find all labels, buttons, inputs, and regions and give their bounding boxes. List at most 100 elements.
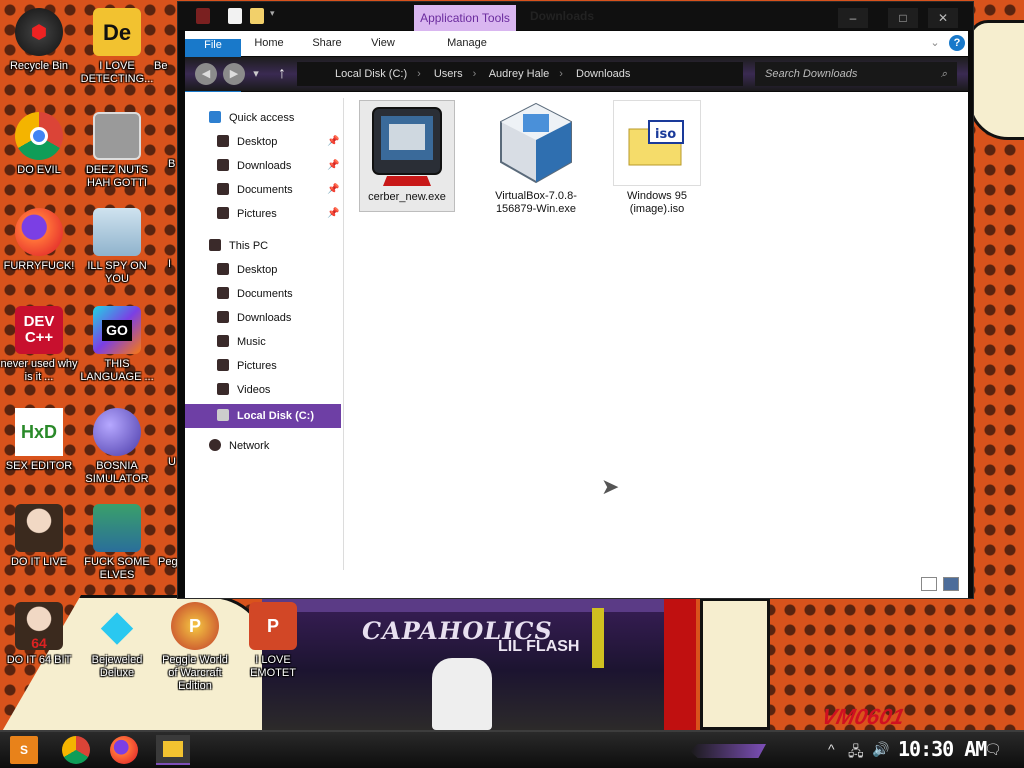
notification-icon[interactable]: 🗨: [984, 741, 1002, 758]
bejeweled-icon: ◆: [101, 603, 133, 648]
desktop-icon-furry[interactable]: FURRYFUCK!: [0, 208, 78, 273]
desktop-icon-do-it-64[interactable]: 64 DO IT 64 BIT: [0, 602, 78, 667]
file-item[interactable]: VirtualBox-7.0.8-156879-Win.exe: [481, 100, 591, 215]
file-item[interactable]: cerber_new.exe: [359, 100, 455, 212]
desktop-icon-die[interactable]: De I LOVE DETECTING...: [78, 8, 156, 86]
file-name: cerber_new.exe: [368, 191, 446, 203]
nav-quick-access[interactable]: Quick access: [209, 108, 294, 128]
minimize-button[interactable]: –: [838, 8, 868, 28]
network-tray-icon[interactable]: 🖧: [848, 741, 864, 765]
folder-menu-icon[interactable]: [196, 8, 210, 24]
desktop-icon-bejeweled[interactable]: ◆ Bejeweled Deluxe: [78, 602, 156, 680]
taskbar-decoration: [690, 744, 766, 758]
chrome-taskbar-icon[interactable]: [62, 736, 90, 764]
downloads-icon: [217, 159, 229, 171]
nav-network[interactable]: Network: [209, 436, 269, 456]
desktop-icon-label: never used why is it ...: [0, 358, 78, 383]
nav-pc-downloads[interactable]: Downloads: [217, 308, 291, 328]
downloads-icon: [217, 311, 229, 323]
maximize-button[interactable]: □: [888, 8, 918, 28]
partial-label: Be: [154, 60, 168, 72]
wizard-icon: [93, 504, 141, 552]
virtualbox-icon: [492, 100, 580, 186]
search-icon[interactable]: ⌕: [941, 62, 947, 86]
expand-ribbon-icon[interactable]: ⌄: [925, 31, 945, 55]
desktop-icon-deez[interactable]: DEEZ NUTS HAH GOTTI: [78, 112, 156, 190]
desktop-icon-label: Recycle Bin: [9, 60, 69, 72]
breadcrumb-local-disk[interactable]: Local Disk (C:): [335, 68, 407, 80]
file-name: Windows 95 (image).iso: [627, 190, 687, 215]
ribbon-tabs: File Home Share View Manage ⌄ ?: [185, 31, 968, 151]
nav-quick-documents[interactable]: Documents: [217, 180, 293, 200]
nav-pc-videos[interactable]: Videos: [217, 380, 270, 400]
tab-view[interactable]: View: [357, 31, 409, 55]
desktop-icon-label: FUCK SOME ELVES: [84, 556, 150, 581]
desktop-icon-bosnia[interactable]: BOSNIA SIMULATOR: [78, 408, 156, 486]
pin-icon[interactable]: 📌: [327, 184, 339, 195]
poster-subtitle: LIL FLASH: [498, 638, 580, 655]
application-tools-tab[interactable]: Application Tools: [414, 5, 516, 31]
desktop-icon-hxd[interactable]: HxD SEX EDITOR: [0, 408, 78, 473]
nav-pc-desktop[interactable]: Desktop: [217, 260, 277, 280]
nav-local-disk[interactable]: Local Disk (C:): [217, 406, 314, 426]
nav-pc-music[interactable]: Music: [217, 332, 266, 352]
details-view-button[interactable]: [921, 577, 937, 591]
desktop-icon-label: DO IT LIVE: [10, 556, 68, 568]
desktop-icon-elves[interactable]: FUCK SOME ELVES: [78, 504, 156, 582]
taskbar-clock[interactable]: 10:30 AM: [898, 737, 987, 761]
breadcrumb-downloads[interactable]: Downloads: [576, 68, 630, 80]
file-name: VirtualBox-7.0.8-156879-Win.exe: [495, 190, 577, 215]
desktop-icon-label: I LOVE DETECTING...: [80, 60, 154, 85]
recent-dropdown-icon[interactable]: ▾: [249, 63, 263, 85]
breadcrumb-users[interactable]: Users: [434, 68, 463, 80]
forward-button[interactable]: ▶: [223, 63, 245, 85]
start-button[interactable]: S: [10, 736, 38, 764]
desktop-icon-recycle-bin[interactable]: ⬢ Recycle Bin: [0, 8, 78, 73]
nav-this-pc[interactable]: This PC: [209, 236, 268, 256]
tab-manage[interactable]: Manage: [417, 31, 517, 55]
nav-quick-downloads[interactable]: Downloads: [217, 156, 291, 176]
large-icons-view-button[interactable]: [943, 577, 959, 591]
desktop-icon-goland[interactable]: GO THIS LANGUAGE ...: [78, 306, 156, 384]
search-input[interactable]: Search Downloads ⌕: [755, 62, 957, 86]
desktop-icon-devcpp[interactable]: DEV C++ never used why is it ...: [0, 306, 78, 384]
close-button[interactable]: ✕: [928, 8, 958, 28]
pane-splitter[interactable]: [343, 98, 344, 570]
chevron-up-icon[interactable]: ^: [828, 741, 835, 757]
window-titlebar[interactable]: ▾ Application Tools Downloads – □ ✕: [178, 2, 973, 31]
file-item[interactable]: iso Windows 95 (image).iso: [609, 100, 705, 215]
tab-home[interactable]: Home: [243, 31, 295, 55]
breadcrumb-user[interactable]: Audrey Hale: [489, 68, 550, 80]
desktop-icon-emotet[interactable]: P I LOVE EMOTET: [234, 602, 312, 680]
mine-icon: [93, 408, 141, 456]
pin-icon[interactable]: 📌: [327, 136, 339, 147]
pin-icon[interactable]: 📌: [327, 160, 339, 171]
desktop-icon-label: Peggle World of Warcraft Edition: [162, 654, 228, 692]
back-button[interactable]: ◀: [195, 63, 217, 85]
pin-icon[interactable]: 📌: [327, 208, 339, 219]
desktop-icon-label: SEX EDITOR: [5, 460, 73, 472]
explorer-window[interactable]: ▾ Application Tools Downloads – □ ✕ File…: [177, 1, 974, 599]
navigation-bar: ◀ ▶ ▾ ↑ Local Disk (C:) › Users › Audrey H…: [185, 57, 968, 91]
firefox-taskbar-icon[interactable]: [110, 736, 138, 764]
new-folder-icon[interactable]: [250, 8, 264, 24]
desktop-icon-peggle[interactable]: P Peggle World of Warcraft Edition: [156, 602, 234, 693]
address-bar[interactable]: Local Disk (C:) › Users › Audrey Hale › Dow…: [297, 62, 743, 86]
tab-share[interactable]: Share: [301, 31, 353, 55]
music-icon: [217, 335, 229, 347]
properties-icon[interactable]: [228, 8, 242, 24]
help-icon[interactable]: ?: [949, 35, 965, 51]
firefox-icon: [15, 208, 63, 256]
nav-quick-desktop[interactable]: Desktop: [217, 132, 277, 152]
desktop-icon-do-evil[interactable]: DO EVIL: [0, 112, 78, 177]
nav-pc-documents[interactable]: Documents: [217, 284, 293, 304]
explorer-taskbar-icon[interactable]: [156, 735, 190, 765]
qat-dropdown-icon[interactable]: ▾: [270, 8, 280, 24]
desktop-icon-do-it-live[interactable]: DO IT LIVE: [0, 504, 78, 569]
nav-pc-pictures[interactable]: Pictures: [217, 356, 277, 376]
desktop-icon-spy[interactable]: ILL SPY ON YOU: [78, 208, 156, 286]
nav-quick-pictures[interactable]: Pictures: [217, 204, 277, 224]
up-button[interactable]: ↑: [271, 63, 293, 85]
volume-icon[interactable]: 🔊: [872, 741, 889, 758]
goland-icon: GO: [93, 306, 141, 354]
